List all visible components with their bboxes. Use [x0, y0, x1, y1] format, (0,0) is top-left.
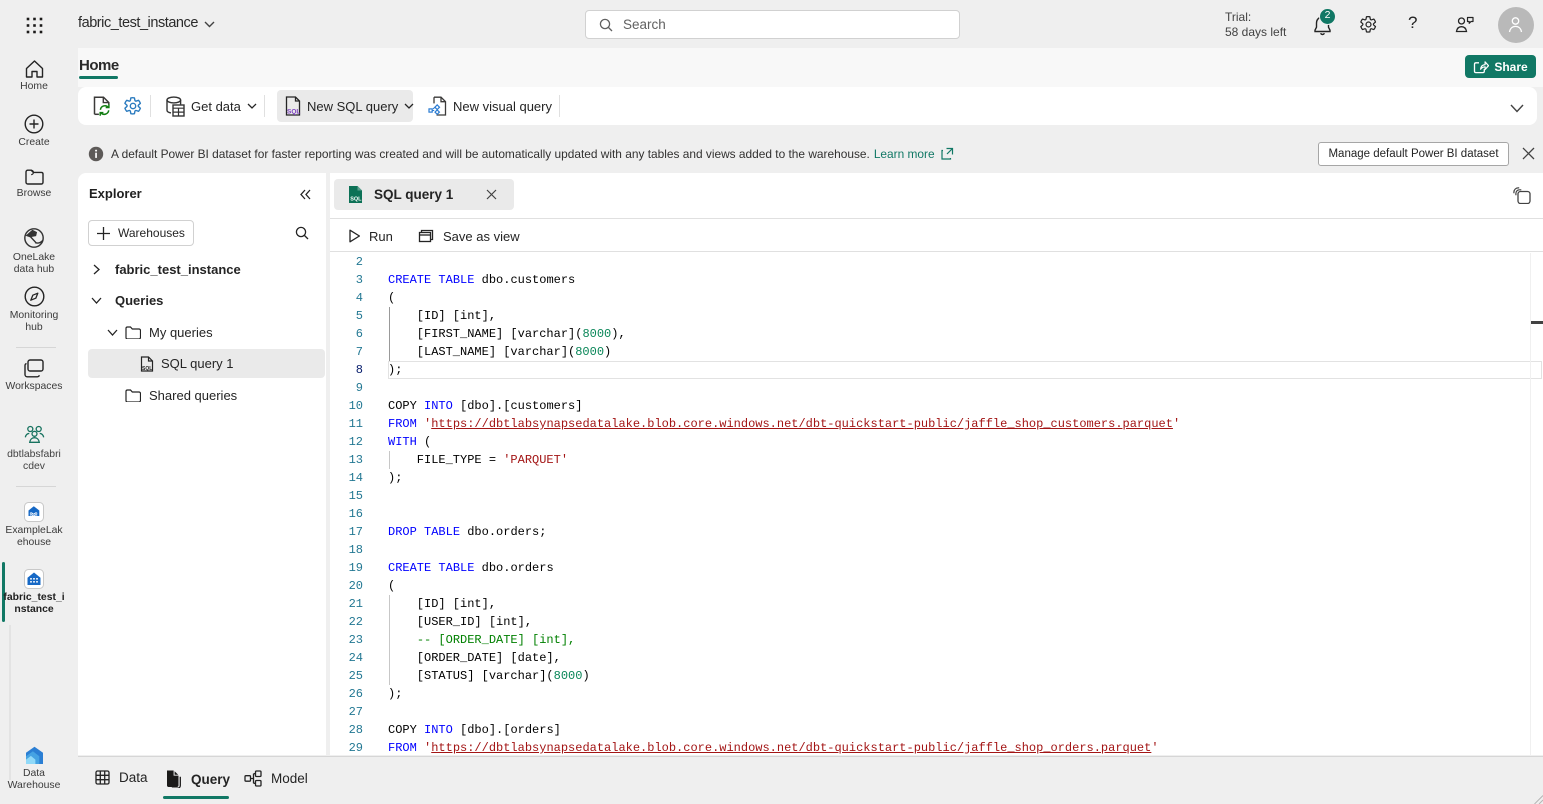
- svg-text:SQL: SQL: [287, 109, 300, 116]
- svg-text:SQL: SQL: [142, 366, 152, 372]
- svg-text:SQL: SQL: [350, 197, 362, 203]
